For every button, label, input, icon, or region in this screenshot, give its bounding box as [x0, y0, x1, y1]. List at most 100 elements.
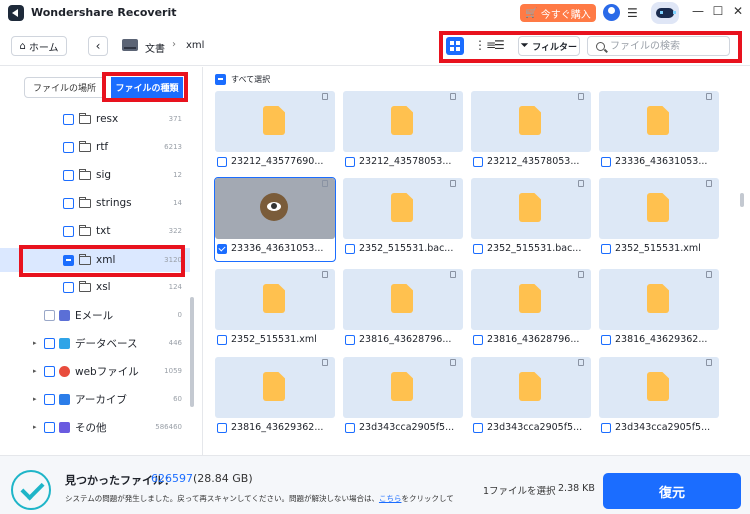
file-checkbox[interactable]	[473, 243, 483, 254]
checkbox[interactable]	[63, 113, 74, 125]
file-card[interactable]: 23212_43577690...	[215, 91, 335, 174]
file-card[interactable]: 2352_515531.bac...	[471, 178, 591, 261]
file-card[interactable]: 23336_43631053...	[599, 91, 719, 174]
expand-arrow-icon[interactable]: ▸	[33, 339, 37, 347]
expand-arrow-icon[interactable]: ▸	[33, 367, 37, 375]
category-database[interactable]: ▸ データベース 446	[0, 331, 190, 355]
file-card-footer: 23816_43629362...	[217, 422, 335, 433]
category-other[interactable]: ▸ その他 586460	[0, 415, 190, 439]
tree-item-resx[interactable]: resx 371	[0, 107, 190, 131]
file-checkbox[interactable]	[217, 243, 227, 254]
checkbox[interactable]	[63, 197, 74, 209]
file-checkbox[interactable]	[473, 334, 483, 345]
file-card-footer: 23816_43628796...	[473, 334, 591, 345]
checkbox[interactable]	[63, 225, 74, 237]
home-button[interactable]: ⌂ ホーム	[11, 36, 67, 56]
file-thumbnail[interactable]	[343, 357, 463, 418]
file-card[interactable]: 23d343cca2905f5...	[599, 357, 719, 440]
checkbox[interactable]	[63, 169, 74, 181]
file-checkbox[interactable]	[345, 156, 355, 167]
menu-icon[interactable]: ☰	[627, 6, 638, 20]
file-checkbox[interactable]	[473, 156, 483, 167]
file-thumbnail[interactable]	[215, 91, 335, 152]
checkbox[interactable]	[63, 281, 74, 293]
file-thumbnail[interactable]	[471, 357, 591, 418]
highlight-box-xml-item	[19, 245, 185, 277]
back-button[interactable]: ‹	[88, 36, 108, 56]
grid-scrollbar[interactable]	[740, 193, 744, 207]
expand-arrow-icon[interactable]: ▸	[33, 395, 37, 403]
maximize-icon[interactable]: ☐	[710, 4, 726, 18]
checkbox[interactable]	[44, 337, 55, 349]
file-checkbox[interactable]	[601, 334, 611, 345]
file-card[interactable]: 23816_43629362...	[215, 357, 335, 440]
file-card[interactable]: 23d343cca2905f5...	[471, 357, 591, 440]
file-checkbox[interactable]	[217, 422, 227, 433]
file-card[interactable]: 23212_43578053...	[471, 91, 591, 174]
file-card[interactable]: 23d343cca2905f5...	[343, 357, 463, 440]
trash-icon	[578, 271, 584, 278]
tab-file-location[interactable]: ファイルの場所	[24, 77, 105, 98]
file-thumbnail[interactable]	[599, 357, 719, 418]
trash-icon	[706, 180, 712, 187]
checkbox[interactable]	[44, 309, 55, 321]
highlight-box-toolbar	[439, 31, 742, 63]
tree-item-strings[interactable]: strings 14	[0, 191, 190, 215]
select-all[interactable]: すべて選択	[215, 74, 270, 85]
recover-button[interactable]: 復元	[603, 473, 741, 509]
file-card[interactable]: 23816_43629362...	[599, 269, 719, 352]
category-archive[interactable]: ▸ アーカイブ 60	[0, 387, 190, 411]
file-checkbox[interactable]	[217, 156, 227, 167]
tree-item-sig[interactable]: sig 12	[0, 163, 190, 187]
file-thumbnail[interactable]	[343, 178, 463, 239]
account-icon[interactable]	[603, 4, 620, 21]
preview-eye-icon[interactable]	[260, 193, 288, 221]
file-thumbnail[interactable]	[343, 91, 463, 152]
file-checkbox[interactable]	[473, 422, 483, 433]
file-thumbnail[interactable]	[343, 269, 463, 330]
file-card[interactable]: 23212_43578053...	[343, 91, 463, 174]
file-card[interactable]: 23336_43631053...	[214, 177, 336, 262]
file-thumbnail[interactable]	[471, 269, 591, 330]
breadcrumb-documents[interactable]: 文書	[145, 40, 165, 55]
close-icon[interactable]: ✕	[730, 4, 746, 18]
category-email[interactable]: Eメール 0	[0, 303, 190, 327]
file-card[interactable]: 23816_43628796...	[471, 269, 591, 352]
checkbox[interactable]	[44, 421, 55, 433]
file-checkbox[interactable]	[601, 243, 611, 254]
checkbox[interactable]	[44, 393, 55, 405]
file-card[interactable]: 2352_515531.xml	[599, 178, 719, 261]
file-thumbnail[interactable]	[599, 178, 719, 239]
status-message-link[interactable]: こちら	[379, 494, 402, 503]
file-thumbnail[interactable]	[215, 269, 335, 330]
category-web-files[interactable]: ▸ webファイル 1059	[0, 359, 190, 383]
file-thumbnail[interactable]	[215, 178, 335, 239]
sidebar-scrollbar[interactable]	[190, 297, 194, 407]
file-checkbox[interactable]	[217, 334, 227, 345]
file-checkbox[interactable]	[601, 422, 611, 433]
checkbox[interactable]	[44, 365, 55, 377]
folder-icon	[79, 196, 91, 208]
file-thumbnail[interactable]	[471, 178, 591, 239]
file-thumbnail[interactable]	[599, 91, 719, 152]
file-card[interactable]: 2352_515531.xml	[215, 269, 335, 352]
tree-item-rtf[interactable]: rtf 6213	[0, 135, 190, 159]
expand-arrow-icon[interactable]: ▸	[33, 423, 37, 431]
tree-item-xsl[interactable]: xsl 124	[0, 275, 190, 299]
tree-item-txt[interactable]: txt 322	[0, 219, 190, 243]
file-thumbnail[interactable]	[599, 269, 719, 330]
file-checkbox[interactable]	[345, 243, 355, 254]
assistant-robot-icon[interactable]	[651, 2, 679, 24]
file-thumbnail[interactable]	[215, 357, 335, 418]
file-checkbox[interactable]	[345, 422, 355, 433]
buy-now-button[interactable]: 🛒 今すぐ購入	[520, 4, 596, 22]
file-checkbox[interactable]	[345, 334, 355, 345]
file-card[interactable]: 23816_43628796...	[343, 269, 463, 352]
minimize-icon[interactable]: —	[690, 4, 706, 18]
file-thumbnail[interactable]	[471, 91, 591, 152]
file-name: 2352_515531.xml	[231, 334, 317, 345]
file-checkbox[interactable]	[601, 156, 611, 167]
checkbox[interactable]	[63, 141, 74, 153]
select-all-checkbox[interactable]	[215, 74, 226, 85]
file-card[interactable]: 2352_515531.bac...	[343, 178, 463, 261]
